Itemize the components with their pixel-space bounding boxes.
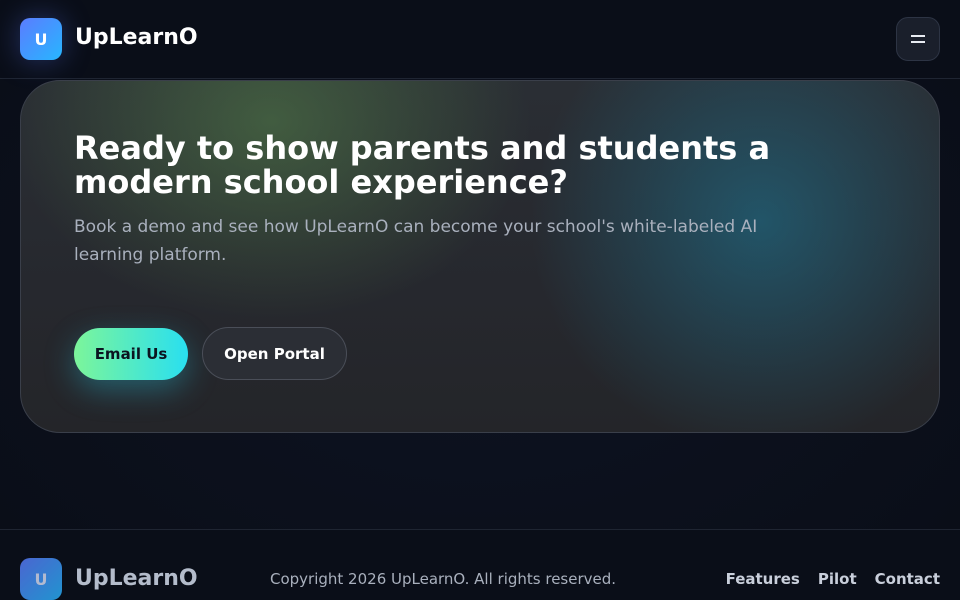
cta-title: Ready to show parents and students a mod…: [74, 129, 771, 201]
hamburger-icon: [911, 35, 925, 43]
copyright-text: Copyright 2026 UpLearnO. All rights rese…: [270, 570, 617, 588]
logo-badge[interactable]: U: [20, 18, 62, 60]
site-footer: U UpLearnO Copyright 2026 UpLearnO. All …: [0, 529, 960, 600]
footer-nav: Features Pilot Contact: [726, 570, 940, 588]
page: U UpLearnO Ready to show parents and stu…: [0, 0, 960, 600]
cta-card: Ready to show parents and students a mod…: [20, 80, 940, 433]
footer-link-features[interactable]: Features: [726, 570, 800, 588]
email-us-button[interactable]: Email Us: [74, 328, 188, 380]
footer-brand-name[interactable]: UpLearnO: [75, 566, 198, 591]
cta-subtitle: Book a demo and see how UpLearnO can bec…: [74, 217, 758, 265]
menu-button[interactable]: [896, 17, 940, 61]
open-portal-button[interactable]: Open Portal: [202, 327, 347, 380]
site-header: U UpLearnO: [0, 0, 960, 79]
footer-link-pilot[interactable]: Pilot: [818, 570, 857, 588]
brand-name[interactable]: UpLearnO: [75, 25, 198, 50]
footer-logo-badge[interactable]: U: [20, 558, 62, 600]
footer-link-contact[interactable]: Contact: [875, 570, 940, 588]
